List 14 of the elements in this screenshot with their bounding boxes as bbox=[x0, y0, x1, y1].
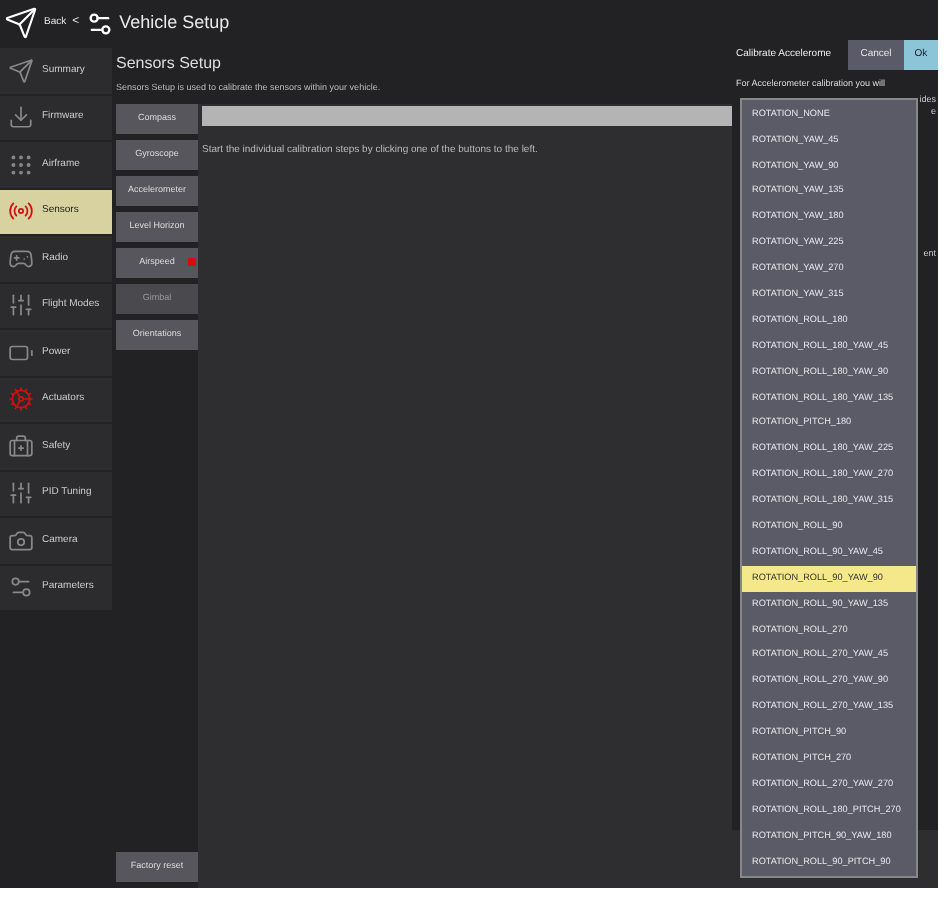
camera-icon bbox=[6, 527, 36, 554]
sliders-icon bbox=[6, 292, 36, 319]
rotation-dropdown[interactable] bbox=[740, 97, 918, 879]
page-title: Vehicle Setup bbox=[119, 9, 230, 36]
dots-icon bbox=[6, 151, 36, 178]
medical-kit-icon bbox=[6, 433, 36, 460]
plane-icon bbox=[6, 57, 36, 84]
paper-plane-icon[interactable] bbox=[4, 6, 38, 40]
cog-icon bbox=[6, 386, 36, 413]
download-icon bbox=[6, 104, 36, 131]
sliders-icon bbox=[6, 480, 36, 507]
section-title: Sensors Setup bbox=[116, 52, 221, 76]
signal-icon bbox=[6, 198, 36, 225]
controller-icon bbox=[6, 245, 36, 272]
